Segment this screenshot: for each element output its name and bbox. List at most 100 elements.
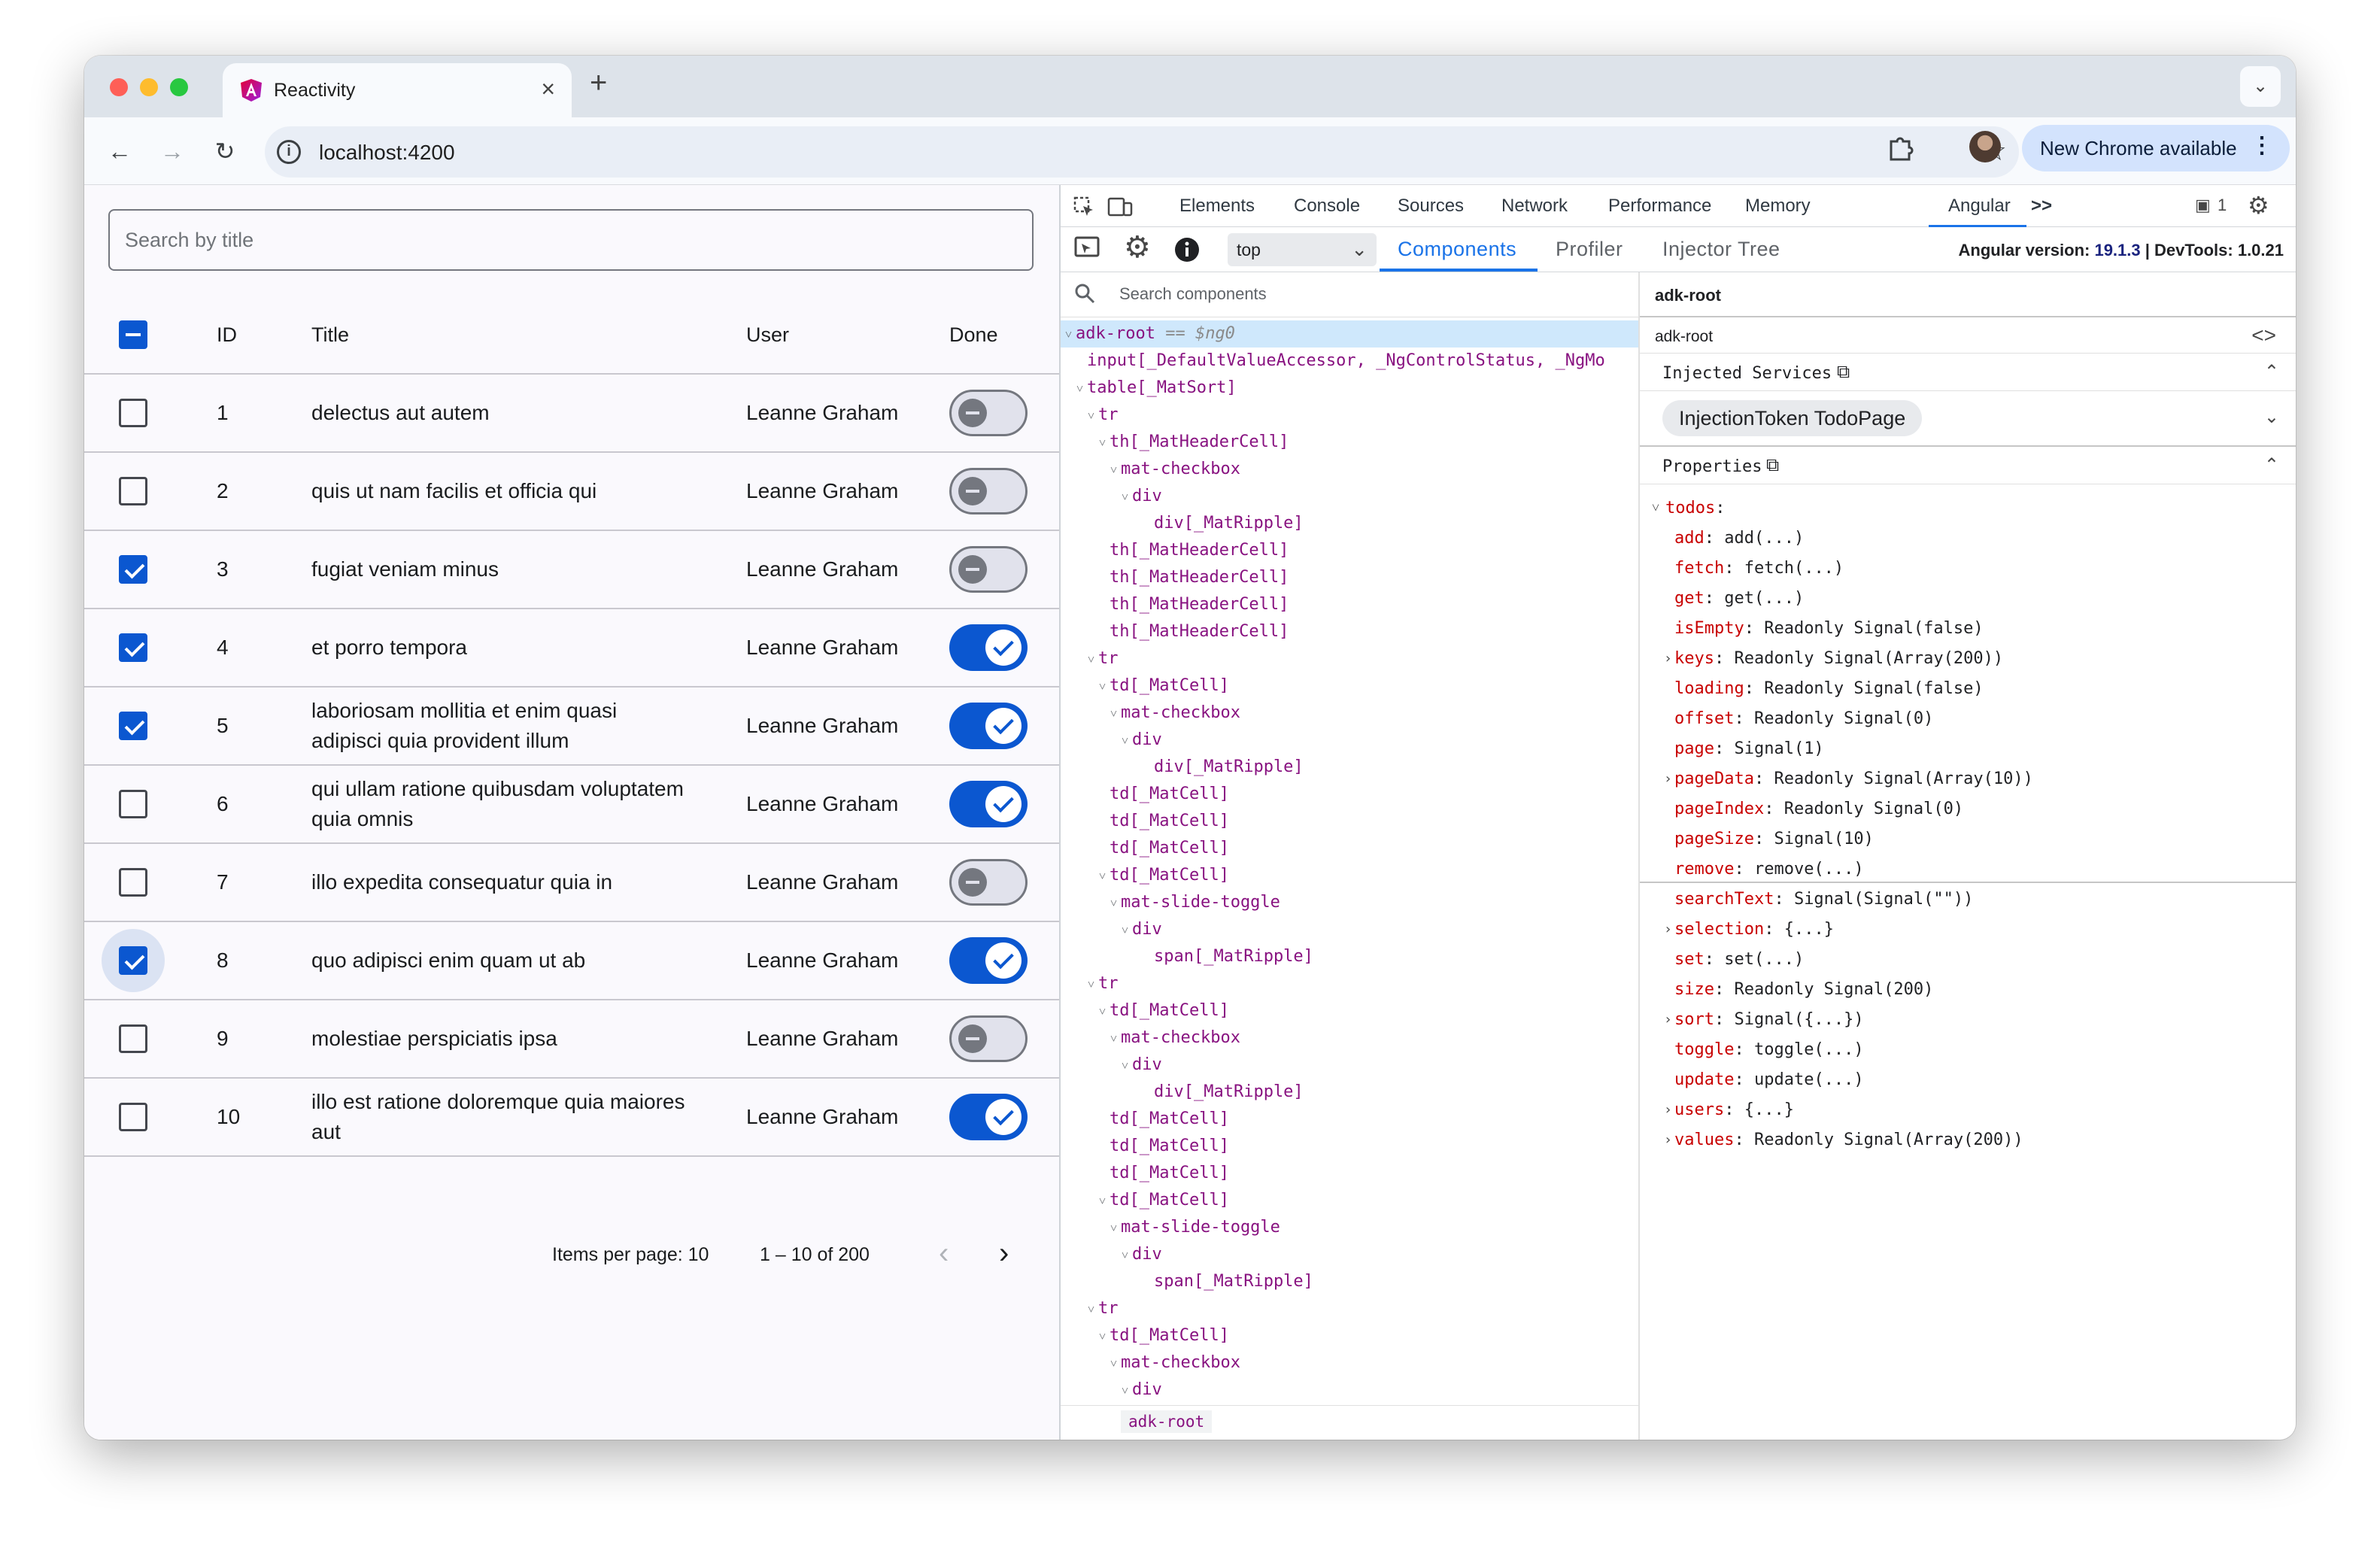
expand-toggle-icon[interactable]: ˅ [1088, 402, 1098, 429]
table-row[interactable]: 8 quo adipisci enim quam ut ab Leanne Grah… [84, 922, 1059, 1000]
back-button[interactable]: ← [99, 131, 140, 171]
zoom-window-button[interactable] [170, 78, 188, 96]
expand-toggle-icon[interactable]: ˅ [1088, 646, 1098, 673]
expand-toggle-icon[interactable]: › [1664, 1005, 1672, 1035]
expand-toggle-icon[interactable]: ˅ [1122, 1242, 1132, 1269]
table-row[interactable]: 5 laboriosam mollitia et enim quasi adipi… [84, 687, 1059, 766]
expand-toggle-icon[interactable]: ˅ [1099, 1323, 1110, 1350]
devtools-tab-elements[interactable]: Elements [1179, 196, 1255, 217]
done-slide-toggle[interactable] [949, 1015, 1028, 1062]
extensions-puzzle-icon[interactable] [1885, 132, 1915, 162]
row-select-checkbox[interactable] [119, 399, 147, 427]
expand-toggle-icon[interactable]: ˅ [1110, 1350, 1121, 1377]
expand-toggle-icon[interactable]: ˅ [1065, 321, 1076, 348]
table-row[interactable]: 4 et porro tempora Leanne Graham [84, 609, 1059, 687]
row-select-checkbox[interactable] [119, 1024, 147, 1053]
tab-search-button[interactable]: ⌄ [2240, 66, 2281, 107]
tree-node[interactable]: ˅ div [1061, 1241, 1638, 1268]
previous-page-button[interactable]: ‹ [939, 1237, 949, 1270]
done-slide-toggle[interactable] [949, 624, 1028, 671]
row-select-checkbox[interactable] [119, 477, 147, 505]
expand-toggle-icon[interactable]: ˅ [1122, 1052, 1132, 1079]
select-component-icon[interactable] [1074, 236, 1101, 262]
expand-toggle-icon[interactable]: ˅ [1110, 700, 1121, 727]
profile-avatar[interactable] [1969, 131, 2001, 162]
site-info-icon[interactable]: i [277, 140, 301, 164]
row-select-checkbox[interactable] [119, 555, 147, 584]
tree-node[interactable]: ˅ td[_MatCell] [1061, 1187, 1638, 1214]
devtools-tab-console[interactable]: Console [1294, 196, 1360, 217]
injection-token-chip[interactable]: InjectionToken TodoPage [1662, 400, 1923, 436]
property-row[interactable]: › keys: Readonly Signal(Array(200)) [1640, 644, 2296, 674]
table-row[interactable]: 9 molestiae perspiciatis ipsa Leanne Graha… [84, 1000, 1059, 1079]
tree-node[interactable]: ˅ mat-checkbox [1061, 1024, 1638, 1052]
tree-node[interactable]: span[_MatRipple] [1061, 943, 1638, 970]
forward-button[interactable]: → [152, 131, 193, 171]
tree-node[interactable]: input[_DefaultValueAccessor, _NgControlS… [1061, 348, 1638, 375]
tree-node[interactable]: ˅ table[_MatSort] [1061, 375, 1638, 402]
row-select-checkbox[interactable] [119, 712, 147, 740]
expand-toggle-icon[interactable]: ˅ [1088, 1296, 1098, 1323]
tree-node[interactable]: div[_MatRipple] [1061, 510, 1638, 537]
browser-tab[interactable]: Reactivity × [223, 63, 572, 117]
tree-node[interactable]: ˅ div [1061, 1052, 1638, 1079]
done-slide-toggle[interactable] [949, 390, 1028, 436]
table-row[interactable]: 7 illo expedita consequatur quia in Leanne… [84, 844, 1059, 922]
row-select-checkbox[interactable] [119, 1103, 147, 1131]
tab-components[interactable]: Components [1398, 238, 1516, 261]
done-slide-toggle[interactable] [949, 1094, 1028, 1140]
property-row[interactable]: › values: Readonly Signal(Array(200)) [1640, 1125, 2296, 1155]
tree-node[interactable]: ˅ div [1061, 916, 1638, 943]
devtools-tab-angular[interactable]: Angular [1948, 196, 2011, 217]
done-slide-toggle[interactable] [949, 859, 1028, 906]
devtools-tab-network[interactable]: Network [1501, 196, 1568, 217]
done-slide-toggle[interactable] [949, 546, 1028, 593]
select-all-checkbox[interactable] [119, 320, 147, 349]
expand-toggle-icon[interactable]: ˅ [1110, 1025, 1121, 1052]
tree-node[interactable]: td[_MatCell] [1061, 1133, 1638, 1160]
breadcrumb-item[interactable]: adk-root [1121, 1410, 1213, 1433]
more-tabs-button[interactable]: >> [2031, 196, 2052, 217]
injection-token-row[interactable]: InjectionToken TodoPage ⌄ [1640, 391, 2296, 447]
column-header-user[interactable]: User [746, 296, 942, 373]
tab-profiler[interactable]: Profiler [1556, 238, 1623, 261]
chevron-up-icon[interactable]: ⌃ [2264, 361, 2279, 383]
inspect-element-icon[interactable] [1073, 196, 1095, 218]
expand-toggle-icon[interactable]: ˅ [1122, 917, 1132, 944]
tree-node[interactable]: ˅ tr [1061, 1295, 1638, 1322]
expand-toggle-icon[interactable]: ˅ [1076, 375, 1087, 402]
done-slide-toggle[interactable] [949, 468, 1028, 514]
table-row[interactable]: 2 quis ut nam facilis et officia qui Leann… [84, 453, 1059, 531]
expand-toggle-icon[interactable]: › [1664, 1125, 1672, 1155]
row-select-checkbox[interactable] [119, 790, 147, 818]
tree-node[interactable]: th[_MatHeaderCell] [1061, 564, 1638, 591]
tab-injector-tree[interactable]: Injector Tree [1662, 238, 1780, 261]
tree-node[interactable]: div[_MatRipple] [1061, 754, 1638, 781]
properties-section[interactable]: Properties ⧉ ⌃ [1640, 448, 2296, 484]
tree-node[interactable]: td[_MatCell] [1061, 1160, 1638, 1187]
property-row[interactable]: › users: {...} [1640, 1095, 2296, 1125]
search-by-title-input[interactable] [108, 209, 1034, 271]
chrome-menu-icon[interactable]: ⋮ [2251, 132, 2273, 159]
expand-toggle-icon[interactable]: › [1664, 1095, 1672, 1125]
tree-node[interactable]: td[_MatCell] [1061, 1106, 1638, 1133]
tree-node[interactable]: ˅ div [1061, 483, 1638, 510]
address-bar[interactable]: i localhost:4200 ☆ [265, 126, 2019, 178]
tab-close-icon[interactable]: × [541, 75, 555, 103]
expand-toggle-icon[interactable]: › [1664, 915, 1672, 945]
expand-toggle-icon[interactable]: ˅ [1099, 1188, 1110, 1215]
tree-node[interactable]: ˅ mat-checkbox [1061, 1349, 1638, 1376]
done-slide-toggle[interactable] [949, 703, 1028, 749]
view-source-code-icon[interactable]: <> [2251, 323, 2276, 348]
expand-toggle-icon[interactable]: › [1664, 644, 1672, 674]
reload-button[interactable]: ↻ [205, 131, 245, 171]
tree-node[interactable]: ˅ div [1061, 727, 1638, 754]
frame-context-select[interactable]: top ⌄ [1228, 233, 1377, 266]
tree-node[interactable]: ˅ tr [1061, 402, 1638, 429]
row-select-checkbox[interactable] [119, 946, 147, 975]
expand-toggle-icon[interactable]: ˅ [1088, 971, 1098, 998]
table-row[interactable]: 1 delectus aut autem Leanne Graham [84, 375, 1059, 453]
tree-node[interactable]: ˅ mat-slide-toggle [1061, 1214, 1638, 1241]
tree-node[interactable]: ˅ tr [1061, 970, 1638, 997]
tree-node[interactable]: td[_MatCell] [1061, 781, 1638, 808]
